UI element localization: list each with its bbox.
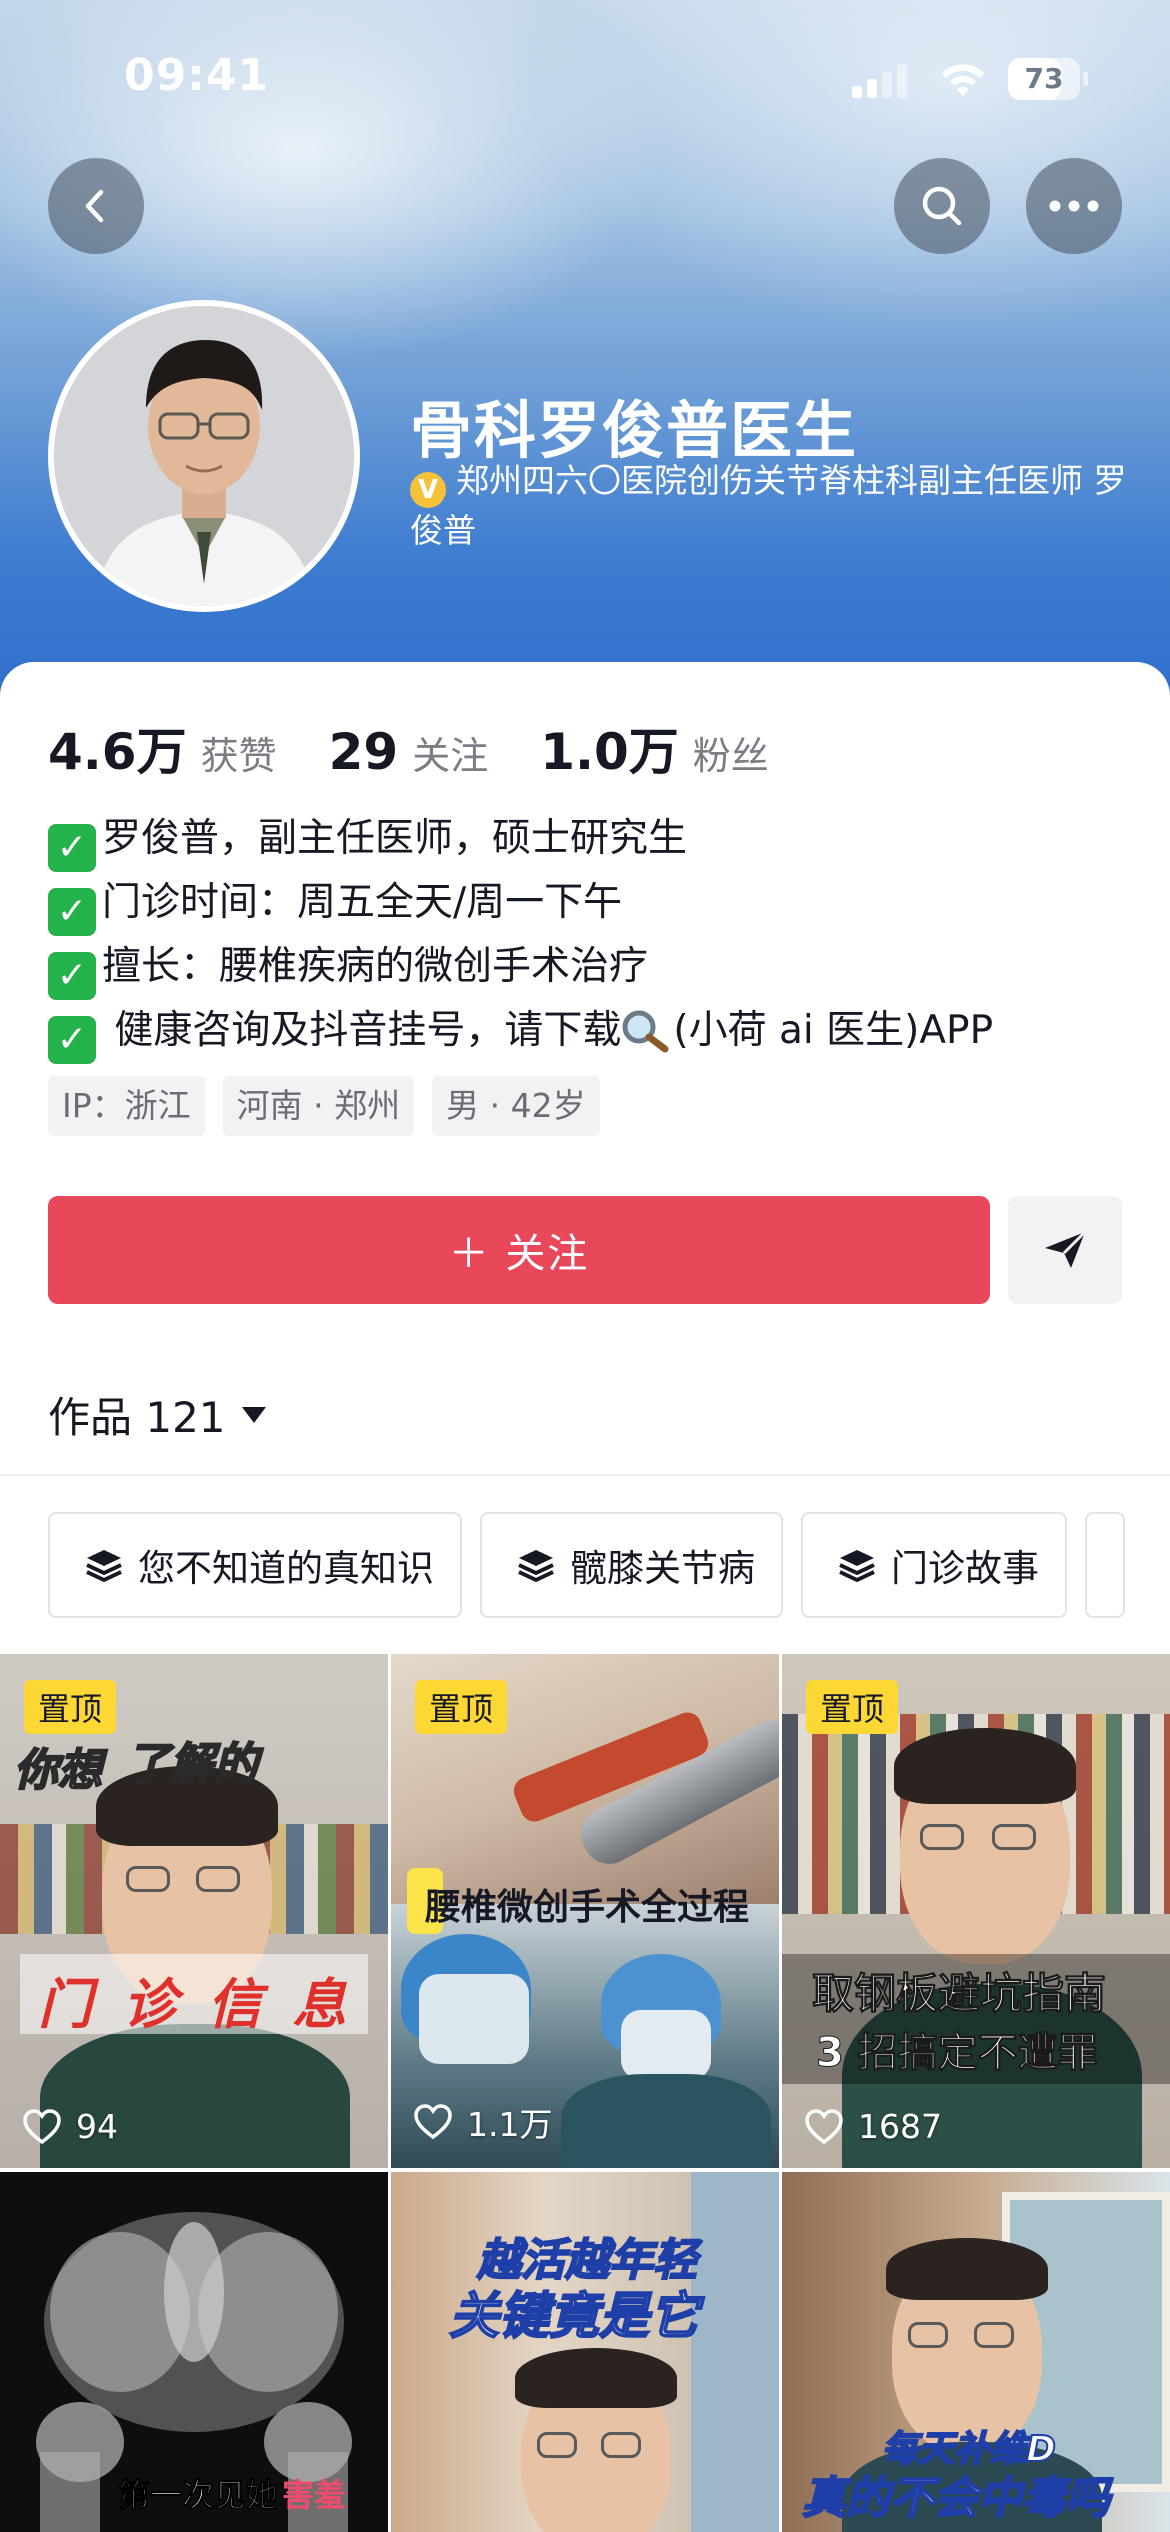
video-caption-sub: 真的不会中毒吗: [801, 2472, 1111, 2525]
pinned-badge: 置顶: [806, 1680, 899, 1734]
tab-works-label: 作品 121: [48, 1393, 226, 1442]
video-thumbnail[interactable]: 越活越年轻 关键竟是它: [391, 2172, 779, 2532]
stat-following[interactable]: 29 关注: [329, 723, 489, 781]
chevron-left-icon: [85, 189, 104, 223]
layers-icon: [86, 1550, 122, 1582]
video-caption-main: 门 诊 信 息: [38, 1973, 353, 2036]
verification-info: V 郑州四六〇医院创伤关节脊柱科副主任医师 罗俊普: [410, 458, 1130, 554]
video-likes: 94: [22, 2107, 118, 2146]
stat-likes[interactable]: 4.6万 获赞: [48, 712, 277, 784]
collection-label: 髋膝关节病: [570, 1547, 755, 1590]
caret-down-icon: [241, 1406, 266, 1423]
video-caption-main: 取钢板避坑指南: [811, 1969, 1107, 2019]
gender-age-tag: 男 · 42岁: [432, 1076, 600, 1136]
status-bar: 09:41 73: [0, 0, 1170, 150]
layers-icon: [518, 1550, 554, 1582]
video-caption-main: 第一次见她: [117, 2476, 279, 2515]
stat-likes-value: 4.6万: [48, 723, 187, 781]
video-likes: 1.1万: [413, 2098, 552, 2146]
stat-followers-value: 1.0万: [540, 723, 679, 781]
collection-label: 门诊故事: [891, 1547, 1039, 1590]
video-caption-sub: 关键竟是它: [448, 2286, 700, 2346]
search-button[interactable]: [894, 158, 990, 254]
heart-icon: [23, 2108, 61, 2144]
video-likes-count: 94: [76, 2107, 118, 2146]
battery-icon: 73: [1008, 58, 1088, 100]
stat-following-label: 关注: [412, 734, 489, 778]
video-likes-count: 1.1万: [467, 2105, 553, 2144]
wifi-icon: [942, 64, 984, 96]
cellular-signal-icon: [852, 64, 908, 98]
bio-text: 门诊时间：周五全天/周一下午: [102, 880, 623, 925]
battery-level: 73: [1024, 62, 1064, 95]
profile-avatar[interactable]: [48, 300, 360, 612]
bio-text: 擅长：腰椎疾病的微创手术治疗: [102, 944, 649, 989]
video-thumbnail[interactable]: 取钢板避坑指南 3 招搞定不遭罪 置顶 1687: [782, 1654, 1170, 2168]
search-icon: [922, 186, 962, 226]
video-thumbnail[interactable]: 每天补维D 真的不会中毒吗: [782, 2172, 1170, 2532]
more-horizontal-icon: [1049, 200, 1099, 212]
follow-button[interactable]: ＋ 关注: [48, 1196, 990, 1304]
pinned-badge: 置顶: [24, 1680, 117, 1734]
video-caption-accent: 害羞: [282, 2476, 347, 2514]
doctor-portrait-image: [54, 306, 354, 606]
video-thumbnail[interactable]: 第一次见她 害羞: [0, 2172, 388, 2532]
send-message-button[interactable]: [1008, 1196, 1122, 1304]
collections-row: 您不知道的真知识 髋膝关节病 门诊故事: [48, 1512, 1143, 1618]
region-tag[interactable]: 河南 · 郑州: [222, 1076, 415, 1136]
more-options-button[interactable]: [1026, 158, 1122, 254]
collection-label: 您不知道的真知识: [138, 1547, 434, 1590]
bio-line: ✓ 健康咨询及抖音挂号，请下载 (小荷 ai 医生)APP: [48, 1000, 1128, 1064]
video-caption-top: 你想: [13, 1744, 103, 1797]
profile-bio: ✓ 罗俊普，副主任医师，硕士研究生 ✓ 门诊时间：周五全天/周一下午 ✓ 擅长：腰椎疾…: [48, 808, 1128, 1064]
video-likes-count: 1687: [858, 2107, 942, 2146]
video-thumbnail[interactable]: 腰椎微创手术全过程 置顶 1.1万: [391, 1654, 779, 2168]
verification-text: 郑州四六〇医院创伤关节脊柱科副主任医师 罗俊普: [410, 461, 1127, 550]
bio-text: 健康咨询及抖音挂号，请下载: [102, 1008, 622, 1053]
collection-chip[interactable]: 您不知道的真知识: [48, 1512, 462, 1618]
profile-tags: IP：浙江 河南 · 郑州 男 · 42岁: [48, 1076, 618, 1136]
video-caption-main: 腰椎微创手术全过程: [425, 1887, 750, 1928]
check-mark-icon: ✓: [48, 1016, 96, 1064]
check-mark-icon: ✓: [48, 952, 96, 1000]
layers-icon: [839, 1550, 875, 1582]
magnifier-emoji-icon: [621, 1009, 673, 1053]
back-button[interactable]: [48, 158, 144, 254]
send-icon: [1045, 1230, 1087, 1268]
tab-works[interactable]: 作品 121: [48, 1384, 266, 1445]
bio-line: ✓ 罗俊普，副主任医师，硕士研究生: [48, 808, 1128, 872]
check-mark-icon: ✓: [48, 824, 96, 872]
divider: [0, 1474, 1170, 1476]
stat-followers-label: 粉丝: [692, 734, 769, 778]
stat-following-value: 29: [328, 723, 399, 781]
video-caption-top-accent: 了解的: [125, 1738, 259, 1791]
ip-location-tag: IP：浙江: [48, 1076, 205, 1136]
video-caption-sub: 3 招搞定不遭罪: [816, 2030, 1099, 2077]
verified-badge-icon: V: [410, 472, 446, 508]
stat-likes-label: 获赞: [200, 734, 277, 778]
profile-stats: 4.6万 获赞 29 关注 1.0万 粉丝: [48, 712, 821, 781]
bio-line: ✓ 擅长：腰椎疾病的微创手术治疗: [48, 936, 1128, 1000]
collection-chip[interactable]: 门诊故事: [801, 1512, 1067, 1618]
bio-line: ✓ 门诊时间：周五全天/周一下午: [48, 872, 1128, 936]
video-thumbnail[interactable]: 你想 了解的 门 诊 信 息 置顶 94: [0, 1654, 388, 2168]
status-time: 09:41: [124, 50, 270, 101]
collection-chip-partial[interactable]: [1085, 1512, 1125, 1618]
bio-text: (小荷 ai 医生)APP: [673, 1008, 994, 1053]
collection-chip[interactable]: 髋膝关节病: [480, 1512, 783, 1618]
video-likes: 1687: [804, 2107, 942, 2146]
stat-followers[interactable]: 1.0万 粉丝: [540, 712, 769, 784]
profile-name: 骨科罗俊普医生: [410, 394, 859, 467]
check-mark-icon: ✓: [48, 888, 96, 936]
heart-icon: [805, 2108, 843, 2144]
bio-text: 罗俊普，副主任医师，硕士研究生: [102, 816, 688, 861]
heart-icon: [414, 2104, 452, 2140]
pinned-badge: 置顶: [415, 1680, 508, 1734]
